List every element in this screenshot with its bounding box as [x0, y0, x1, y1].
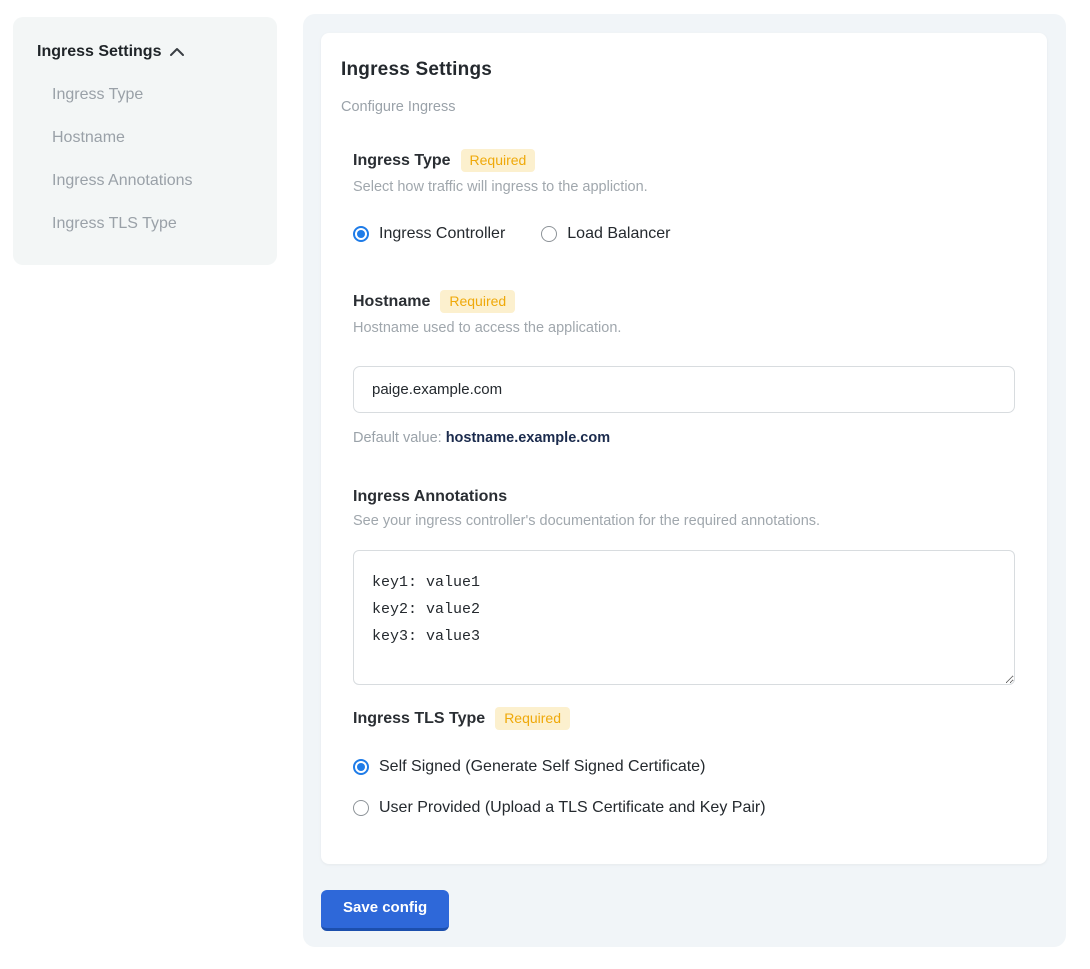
- page-subtitle: Configure Ingress: [341, 99, 1015, 115]
- required-badge: Required: [461, 149, 536, 172]
- section-ingress-annotations: Ingress Annotations See your ingress con…: [341, 488, 1015, 685]
- radio-option-self-signed[interactable]: Self Signed (Generate Self Signed Certif…: [353, 758, 1015, 776]
- radio-label: User Provided (Upload a TLS Certificate …: [379, 799, 766, 817]
- ingress-type-label: Ingress Type: [353, 152, 451, 170]
- ingress-annotations-description: See your ingress controller's documentat…: [353, 513, 1015, 529]
- default-value-prefix: Default value:: [353, 430, 446, 446]
- sidebar-item-ingress-type[interactable]: Ingress Type: [37, 86, 253, 104]
- radio-label: Self Signed (Generate Self Signed Certif…: [379, 758, 705, 776]
- ingress-annotations-textarea[interactable]: key1: value1 key2: value2 key3: value3: [353, 550, 1015, 685]
- radio-button-icon[interactable]: [353, 800, 369, 816]
- ingress-type-description: Select how traffic will ingress to the a…: [353, 179, 1015, 195]
- ingress-tls-radio-group: Self Signed (Generate Self Signed Certif…: [353, 758, 1015, 817]
- radio-option-ingress-controller[interactable]: Ingress Controller: [353, 225, 505, 243]
- section-ingress-tls-type: Ingress TLS Type Required Self Signed (G…: [341, 707, 1015, 817]
- radio-button-icon[interactable]: [353, 226, 369, 242]
- save-config-button[interactable]: Save config: [321, 890, 449, 931]
- section-hostname: Hostname Required Hostname used to acces…: [341, 290, 1015, 446]
- ingress-settings-card: Ingress Settings Configure Ingress Ingre…: [321, 33, 1047, 864]
- section-ingress-type: Ingress Type Required Select how traffic…: [341, 149, 1015, 243]
- ingress-tls-type-label: Ingress TLS Type: [353, 710, 485, 728]
- ingress-annotations-label: Ingress Annotations: [353, 488, 507, 506]
- sidebar-section-title: Ingress Settings: [37, 43, 161, 61]
- hostname-default-line: Default value: hostname.example.com: [353, 430, 1015, 446]
- radio-button-icon[interactable]: [353, 759, 369, 775]
- radio-label: Ingress Controller: [379, 225, 505, 243]
- sidebar-item-ingress-tls-type[interactable]: Ingress TLS Type: [37, 215, 253, 233]
- settings-sidebar: Ingress Settings Ingress Type Hostname I…: [13, 17, 277, 265]
- hostname-input[interactable]: [353, 366, 1015, 413]
- radio-option-user-provided[interactable]: User Provided (Upload a TLS Certificate …: [353, 799, 1015, 817]
- ingress-type-radio-group: Ingress Controller Load Balancer: [353, 225, 1015, 243]
- required-badge: Required: [440, 290, 515, 313]
- default-value-text: hostname.example.com: [446, 430, 610, 446]
- hostname-label: Hostname: [353, 293, 430, 311]
- required-badge: Required: [495, 707, 570, 730]
- chevron-up-icon: [169, 47, 185, 57]
- hostname-description: Hostname used to access the application.: [353, 320, 1015, 336]
- page-title: Ingress Settings: [341, 59, 1015, 81]
- radio-button-icon[interactable]: [541, 226, 557, 242]
- sidebar-item-ingress-annotations[interactable]: Ingress Annotations: [37, 172, 253, 190]
- radio-label: Load Balancer: [567, 225, 670, 243]
- sidebar-items: Ingress Type Hostname Ingress Annotation…: [37, 86, 253, 233]
- sidebar-item-hostname[interactable]: Hostname: [37, 129, 253, 147]
- settings-panel: Ingress Settings Configure Ingress Ingre…: [303, 14, 1066, 947]
- radio-option-load-balancer[interactable]: Load Balancer: [541, 225, 670, 243]
- sidebar-section-toggle[interactable]: Ingress Settings: [37, 43, 253, 61]
